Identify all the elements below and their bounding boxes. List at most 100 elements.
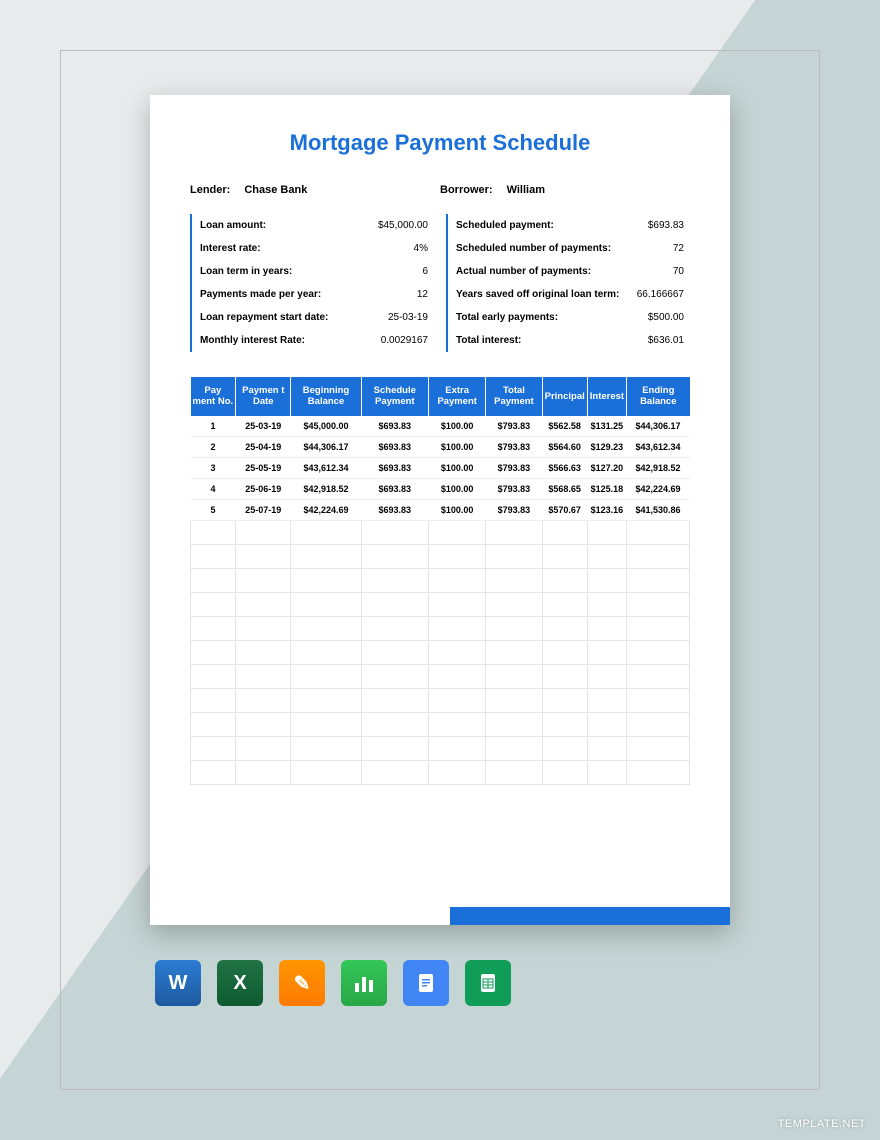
- table-cell: $693.83: [361, 416, 428, 437]
- table-cell: 25-04-19: [236, 436, 291, 457]
- table-cell: $793.83: [486, 436, 542, 457]
- info-col-left: Loan amount:$45,000.00Interest rate:4%Lo…: [190, 214, 434, 352]
- table-cell-empty: [291, 760, 361, 784]
- table-cell-empty: [627, 688, 690, 712]
- info-row: Total interest:$636.01: [456, 329, 690, 352]
- info-label: Loan repayment start date:: [200, 312, 328, 323]
- table-header-cell: Interest: [587, 377, 626, 416]
- table-cell: 2: [191, 436, 236, 457]
- document-page: Mortgage Payment Schedule Lender: Chase …: [150, 95, 730, 925]
- info-label: Total early payments:: [456, 312, 558, 323]
- format-icons-row: W X ✎: [155, 960, 511, 1006]
- table-cell-empty: [429, 520, 486, 544]
- table-cell-empty: [486, 664, 542, 688]
- numbers-icon[interactable]: [341, 960, 387, 1006]
- table-row-empty: [191, 640, 690, 664]
- table-cell-empty: [542, 592, 587, 616]
- table-cell-empty: [627, 544, 690, 568]
- table-row-empty: [191, 520, 690, 544]
- table-cell-empty: [361, 616, 428, 640]
- table-cell-empty: [191, 760, 236, 784]
- info-value: 72: [673, 243, 690, 254]
- info-label: Years saved off original loan term:: [456, 289, 619, 300]
- table-cell-empty: [361, 712, 428, 736]
- table-cell-empty: [486, 640, 542, 664]
- info-label: Actual number of payments:: [456, 266, 591, 277]
- table-cell: $123.16: [587, 499, 626, 520]
- table-cell: 25-06-19: [236, 478, 291, 499]
- table-cell-empty: [429, 640, 486, 664]
- info-row: Interest rate: 4%: [200, 237, 434, 260]
- table-header-cell: Principal: [542, 377, 587, 416]
- table-cell: $42,224.69: [627, 478, 690, 499]
- table-cell-empty: [627, 640, 690, 664]
- table-cell-empty: [542, 760, 587, 784]
- table-cell-empty: [429, 544, 486, 568]
- table-cell-empty: [429, 760, 486, 784]
- table-cell-empty: [627, 760, 690, 784]
- lender-value: Chase Bank: [244, 184, 307, 196]
- table-row-empty: [191, 736, 690, 760]
- info-label: Payments made per year:: [200, 289, 321, 300]
- table-cell-empty: [236, 592, 291, 616]
- table-cell: $42,918.52: [627, 457, 690, 478]
- table-cell-empty: [486, 616, 542, 640]
- lender-label: Lender:: [190, 184, 230, 196]
- word-icon[interactable]: W: [155, 960, 201, 1006]
- info-value: $636.01: [648, 335, 690, 346]
- table-cell-empty: [587, 688, 626, 712]
- google-sheets-icon[interactable]: [465, 960, 511, 1006]
- table-body: 125-03-19$45,000.00$693.83$100.00$793.83…: [191, 416, 690, 785]
- info-label: Scheduled payment:: [456, 220, 554, 231]
- table-cell: $564.60: [542, 436, 587, 457]
- table-cell-empty: [587, 736, 626, 760]
- table-cell-empty: [429, 616, 486, 640]
- table-cell: 1: [191, 416, 236, 437]
- info-value: 0.0029167: [381, 335, 434, 346]
- table-cell: 25-07-19: [236, 499, 291, 520]
- table-row-empty: [191, 568, 690, 592]
- excel-icon[interactable]: X: [217, 960, 263, 1006]
- borrower-value: William: [507, 184, 545, 196]
- table-header-cell: Schedule Payment: [361, 377, 428, 416]
- table-cell-empty: [542, 520, 587, 544]
- pages-icon[interactable]: ✎: [279, 960, 325, 1006]
- table-header-cell: Pay ment No.: [191, 377, 236, 416]
- info-row: Loan repayment start date:25-03-19: [200, 306, 434, 329]
- info-row: Scheduled payment:$693.83: [456, 214, 690, 237]
- table-cell: $42,224.69: [291, 499, 361, 520]
- table-cell-empty: [361, 568, 428, 592]
- table-cell-empty: [429, 592, 486, 616]
- info-label: Loan term in years:: [200, 266, 292, 277]
- table-cell: $100.00: [429, 457, 486, 478]
- table-cell-empty: [191, 640, 236, 664]
- table-cell: $125.18: [587, 478, 626, 499]
- table-cell-empty: [542, 544, 587, 568]
- table-header-cell: Ending Balance: [627, 377, 690, 416]
- table-cell-empty: [587, 592, 626, 616]
- table-cell: $127.20: [587, 457, 626, 478]
- table-row-empty: [191, 616, 690, 640]
- table-cell: 3: [191, 457, 236, 478]
- table-cell-empty: [236, 520, 291, 544]
- table-cell-empty: [627, 664, 690, 688]
- info-row: Monthly interest Rate:0.0029167: [200, 329, 434, 352]
- table-cell-empty: [587, 760, 626, 784]
- table-cell: $100.00: [429, 499, 486, 520]
- info-row: Scheduled number of payments:72: [456, 237, 690, 260]
- table-cell-empty: [429, 736, 486, 760]
- table-row-empty: [191, 544, 690, 568]
- table-cell-empty: [627, 616, 690, 640]
- info-value: 4%: [414, 243, 434, 254]
- table-cell-empty: [361, 736, 428, 760]
- info-label: Interest rate:: [200, 243, 261, 254]
- table-cell: $693.83: [361, 457, 428, 478]
- table-cell-empty: [191, 592, 236, 616]
- table-cell: 4: [191, 478, 236, 499]
- google-docs-icon[interactable]: [403, 960, 449, 1006]
- table-cell-empty: [429, 664, 486, 688]
- watermark: TEMPLATE.NET: [778, 1118, 866, 1130]
- table-cell-empty: [191, 712, 236, 736]
- table-cell: $693.83: [361, 499, 428, 520]
- table-row: 325-05-19$43,612.34$693.83$100.00$793.83…: [191, 457, 690, 478]
